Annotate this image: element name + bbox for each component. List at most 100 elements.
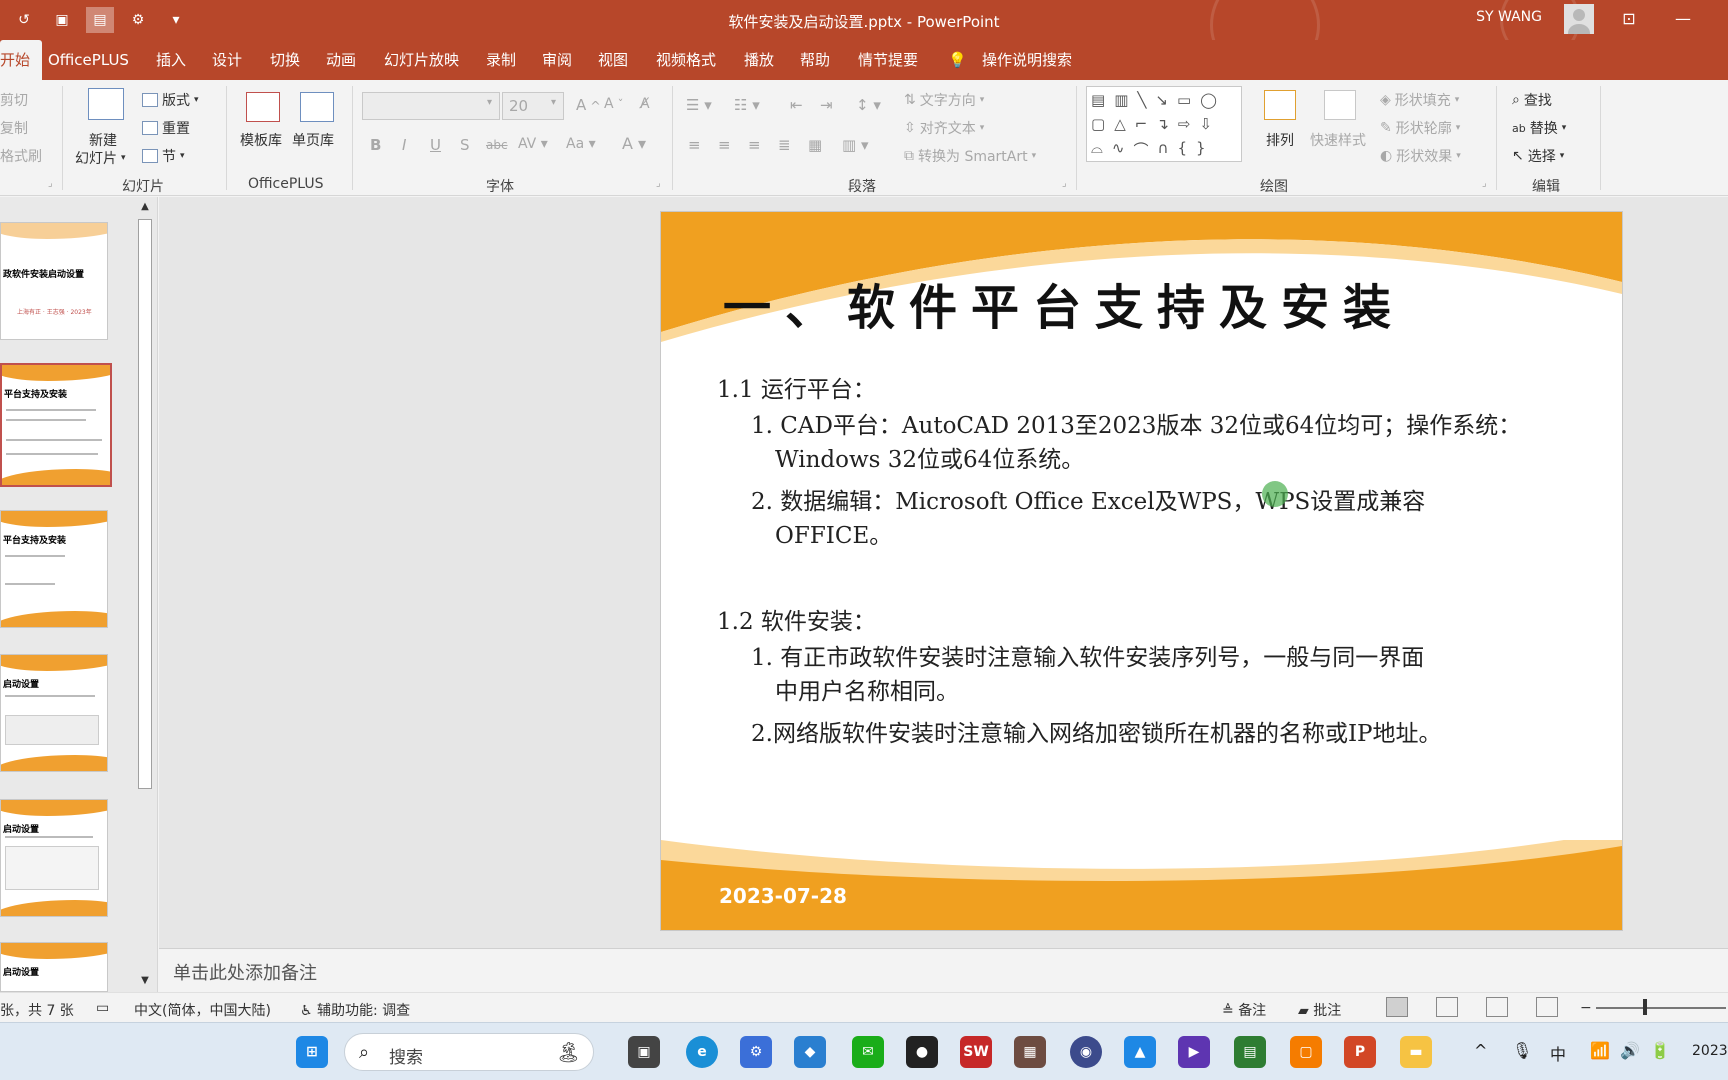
microphone-icon[interactable]: 🎙 xyxy=(1512,1041,1532,1060)
zoom-slider[interactable] xyxy=(1596,1007,1726,1009)
edge-browser-icon[interactable]: e xyxy=(686,1036,718,1068)
left-brace-shape-icon[interactable]: { xyxy=(1177,139,1187,160)
columns-icon[interactable]: ▥ ▾ xyxy=(842,136,868,154)
section-2-item-2[interactable]: 2.网络版软件安装时注意输入网络加密锁所在机器的名称或IP地址。 xyxy=(751,714,1442,748)
drawing-launcher-icon[interactable]: ⌟ xyxy=(1482,178,1487,189)
bold-icon[interactable]: B xyxy=(370,136,381,154)
textbox-shape-icon[interactable]: ▤ xyxy=(1091,91,1105,109)
section-1-heading[interactable]: 1.1 运行平台： xyxy=(717,370,876,404)
tab-record[interactable]: 录制 xyxy=(486,40,516,80)
tab-help[interactable]: 帮助 xyxy=(800,40,830,80)
slide-sorter-button[interactable] xyxy=(1436,997,1458,1017)
slideshow-view-button[interactable] xyxy=(1536,997,1558,1017)
accessibility-button[interactable]: ♿ 辅助功能: 调查 xyxy=(300,1000,410,1020)
justify-icon[interactable]: ≣ xyxy=(778,136,791,154)
tab-storyboard[interactable]: 情节提要 xyxy=(858,40,918,80)
tab-view[interactable]: 视图 xyxy=(598,40,628,80)
zoom-out-icon[interactable]: − xyxy=(1580,1000,1592,1016)
clipboard-launcher-icon[interactable]: ⌟ xyxy=(48,178,53,189)
spelling-icon[interactable]: ▭ xyxy=(96,1000,109,1016)
minimize-icon[interactable]: — xyxy=(1668,6,1698,32)
quick-styles-button[interactable]: 快速样式 xyxy=(1310,130,1366,150)
slide-title[interactable]: 一、软件平台支持及安装 xyxy=(723,268,1405,338)
rounded-rect-shape-icon[interactable]: ▢ xyxy=(1091,115,1105,133)
oval-shape-icon[interactable]: ◯ xyxy=(1200,91,1217,109)
curve-shape-icon[interactable]: ∩ xyxy=(1157,139,1168,160)
tab-animations[interactable]: 动画 xyxy=(326,40,356,80)
strikethrough-icon[interactable]: abc xyxy=(486,138,508,152)
triangle-shape-icon[interactable]: △ xyxy=(1114,115,1126,133)
reset-button[interactable]: 重置 xyxy=(142,118,190,138)
ribbon-display-icon[interactable]: ⊡ xyxy=(1614,6,1644,32)
clock[interactable]: 2023- xyxy=(1692,1043,1728,1059)
arrange-icon[interactable] xyxy=(1264,90,1296,120)
books-app-icon[interactable]: ▤ xyxy=(1234,1036,1266,1068)
taskbar-search[interactable]: ⌕ 搜索 🏝 xyxy=(344,1033,594,1071)
paragraph-launcher-icon[interactable]: ⌟ xyxy=(1062,178,1067,189)
distributed-icon[interactable]: ▦ xyxy=(808,136,822,154)
clear-format-icon[interactable]: A̸ xyxy=(640,96,650,112)
section-2-heading[interactable]: 1.2 软件安装： xyxy=(717,602,876,636)
section-1-item-2-line-1[interactable]: 2. 数据编辑：Microsoft Office Excel及WPS，WPS设置… xyxy=(751,482,1425,516)
numbering-icon[interactable]: ☷ ▾ xyxy=(734,96,760,114)
single-page-library-icon[interactable] xyxy=(300,92,334,122)
notes-button[interactable]: ≜ 备注 xyxy=(1222,1000,1266,1020)
tab-playback[interactable]: 播放 xyxy=(744,40,774,80)
thumbnail-scrollbar[interactable]: ▲ ▼ xyxy=(135,197,155,992)
scribble-shape-icon[interactable]: ∿ xyxy=(1112,139,1125,160)
scroll-down-icon[interactable]: ▼ xyxy=(138,973,152,989)
qq-icon[interactable]: ● xyxy=(906,1036,938,1068)
video-editor-icon[interactable]: ▶ xyxy=(1178,1036,1210,1068)
slide-date[interactable]: 2023-07-28 xyxy=(719,884,847,908)
single-page-library-button[interactable]: 单页库 xyxy=(292,130,334,150)
powerpoint-icon[interactable]: P xyxy=(1344,1036,1376,1068)
align-center-icon[interactable]: ≡ xyxy=(718,136,731,154)
align-left-icon[interactable]: ≡ xyxy=(688,136,701,154)
underline-icon[interactable]: U xyxy=(430,136,441,154)
arrow-line-shape-icon[interactable]: ↘ xyxy=(1155,91,1168,109)
slide-thumbnail-1[interactable]: 政软件安装启动设置 上海有正 · 王志强 · 2023年 xyxy=(0,222,108,340)
tab-video-format[interactable]: 视频格式 xyxy=(656,40,716,80)
find-button[interactable]: ⌕ 查找 xyxy=(1512,90,1552,110)
wifi-icon[interactable]: 📶 xyxy=(1590,1041,1610,1060)
windows-start-icon[interactable]: ⊞ xyxy=(296,1036,328,1068)
user-name[interactable]: SY WANG xyxy=(1476,9,1542,25)
copy-button[interactable]: 复制 xyxy=(0,118,28,138)
rectangle-shape-icon[interactable]: ▭ xyxy=(1177,91,1191,109)
vertical-textbox-shape-icon[interactable]: ▥ xyxy=(1114,91,1128,109)
file-explorer-icon[interactable]: ▬ xyxy=(1400,1036,1432,1068)
tab-transitions[interactable]: 切换 xyxy=(270,40,300,80)
cad-app-icon[interactable]: ◆ xyxy=(794,1036,826,1068)
zoom-slider-thumb[interactable] xyxy=(1643,999,1647,1015)
section-1-item-1-line-1[interactable]: 1. CAD平台：AutoCAD 2013至2023版本 32位或64位均可；操… xyxy=(751,406,1521,440)
volume-icon[interactable]: 🔊 xyxy=(1620,1041,1640,1060)
right-brace-shape-icon[interactable]: } xyxy=(1196,139,1206,160)
comments-button[interactable]: ▰ 批注 xyxy=(1298,1000,1341,1020)
shape-outline-button[interactable]: ✎ 形状轮廓 ▾ xyxy=(1380,118,1460,138)
freeform-shape-icon[interactable]: ⌓ xyxy=(1091,139,1103,160)
tell-me-search[interactable]: 操作说明搜索 xyxy=(982,40,1072,80)
new-slide-dropdown[interactable]: 幻灯片 ▾ xyxy=(75,148,126,168)
text-direction-button[interactable]: ⇅ 文字方向 ▾ xyxy=(904,90,984,110)
utility-app-icon[interactable]: ▦ xyxy=(1014,1036,1046,1068)
layout-button[interactable]: 版式 ▾ xyxy=(142,90,199,110)
elbow-arrow-shape-icon[interactable]: ↴ xyxy=(1156,115,1169,133)
solidworks-icon[interactable]: SW xyxy=(960,1036,992,1068)
slide-thumbnail-4[interactable]: 启动设置 xyxy=(0,654,108,772)
current-slide[interactable]: 一、软件平台支持及安装 1.1 运行平台： 1. CAD平台：AutoCAD 2… xyxy=(661,212,1622,930)
increase-indent-icon[interactable]: ⇥ xyxy=(820,96,833,114)
section-1-item-2-line-2[interactable]: OFFICE。 xyxy=(775,516,892,550)
line-spacing-icon[interactable]: ↕ ▾ xyxy=(856,96,881,114)
section-1-item-1-line-2[interactable]: Windows 32位或64位系统。 xyxy=(775,440,1084,474)
section-button[interactable]: 节 ▾ xyxy=(142,146,185,166)
new-slide-label[interactable]: 新建 xyxy=(89,130,117,150)
reading-view-button[interactable] xyxy=(1486,997,1508,1017)
shadow-icon[interactable]: S xyxy=(460,136,470,154)
tab-slideshow[interactable]: 幻灯片放映 xyxy=(384,40,459,80)
tab-review[interactable]: 审阅 xyxy=(542,40,572,80)
tab-home[interactable]: 开始 xyxy=(0,40,43,80)
shape-effects-button[interactable]: ◐ 形状效果 ▾ xyxy=(1380,146,1461,166)
replace-button[interactable]: ab 替换 ▾ xyxy=(1512,118,1566,138)
template-library-button[interactable]: 模板库 xyxy=(240,130,282,150)
cinema-app-icon[interactable]: ◉ xyxy=(1070,1036,1102,1068)
